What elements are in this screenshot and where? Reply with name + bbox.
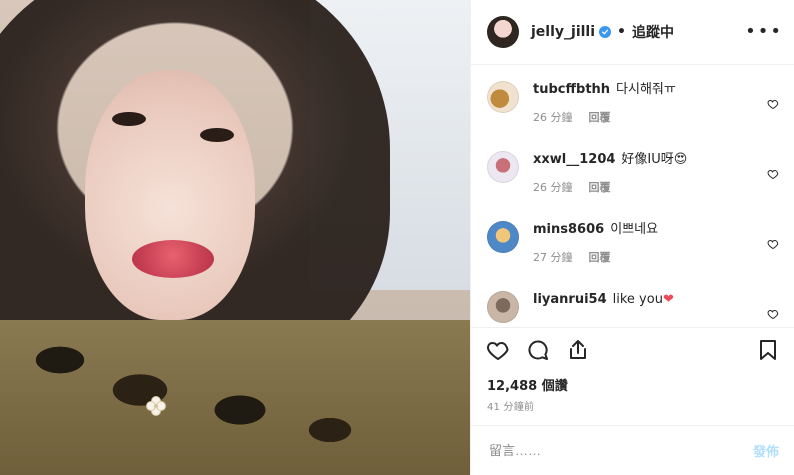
comment-text: 好像IU呀: [621, 152, 674, 167]
separator-dot: •: [617, 24, 626, 40]
comment-meta: 27 分鐘 回覆: [533, 249, 759, 265]
comment-username[interactable]: xxwl__1204: [533, 152, 615, 167]
author-username[interactable]: jelly_jilli: [531, 24, 595, 40]
red-heart-emoji-icon: ❤: [662, 292, 674, 307]
comment-text-row: tubcffbthh 다시해줘ㅠ: [533, 81, 759, 99]
verified-badge-icon: [599, 26, 612, 38]
comment-like-icon[interactable]: [767, 235, 779, 250]
comment-meta: 26 分鐘 回覆: [533, 179, 759, 195]
comment-bubble-icon[interactable]: [525, 337, 551, 363]
like-count[interactable]: 12,488 個讚: [487, 375, 568, 394]
following-button[interactable]: 追蹤中: [632, 22, 674, 42]
comment-meta: 26 分鐘 回覆: [533, 109, 759, 125]
comment-text-row: xxwl__1204 好像IU呀😍: [533, 151, 759, 169]
comment-time[interactable]: 26 分鐘: [533, 109, 573, 125]
photo-eye-right: [200, 128, 234, 142]
comment-time[interactable]: 27 分鐘: [533, 249, 573, 265]
comment-time[interactable]: 26 分鐘: [533, 179, 573, 195]
comment-text-row: liyanrui54 like you❤: [533, 291, 759, 309]
post-photo[interactable]: [0, 0, 470, 475]
photo-camouflage-shirt: [0, 320, 470, 475]
post-side-panel: jelly_jilli • 追蹤中 ••• tubcffbthh 다시해줘ㅠ 26…: [470, 0, 794, 475]
more-options-icon[interactable]: •••: [745, 23, 783, 41]
reply-button[interactable]: 回覆: [589, 109, 611, 125]
avatar[interactable]: [487, 151, 519, 183]
comment-text: like you: [612, 292, 663, 307]
heart-outline-icon[interactable]: [485, 337, 511, 363]
photo-eye-left: [112, 112, 146, 126]
comments-list[interactable]: tubcffbthh 다시해줘ㅠ 26 分鐘 回覆 xxwl__1204 好像IU呀…: [471, 65, 794, 327]
comment-text: 다시해줘ㅠ: [616, 82, 676, 97]
share-upload-icon[interactable]: [565, 337, 591, 363]
comment-username[interactable]: tubcffbthh: [533, 82, 610, 97]
comment-like-icon[interactable]: [767, 165, 779, 180]
comment-username[interactable]: mins8606: [533, 222, 604, 237]
list-item: liyanrui54 like you❤: [471, 275, 794, 327]
comment-body: mins8606 이쁘네요 27 分鐘 回覆: [533, 221, 759, 275]
post-actions-bar: [471, 327, 794, 371]
comment-body: tubcffbthh 다시해줘ㅠ 26 分鐘 回覆: [533, 81, 759, 135]
avatar[interactable]: [487, 81, 519, 113]
comment-body: liyanrui54 like you❤: [533, 291, 759, 327]
photo-face: [85, 70, 255, 320]
list-item: mins8606 이쁘네요 27 分鐘 回覆: [471, 205, 794, 275]
list-item: xxwl__1204 好像IU呀😍 26 分鐘 回覆: [471, 135, 794, 205]
post-window: jelly_jilli • 追蹤中 ••• tubcffbthh 다시해줘ㅠ 26…: [0, 0, 794, 475]
clover-necklace-icon: [145, 395, 167, 417]
comment-input[interactable]: [487, 442, 753, 459]
comment-like-icon[interactable]: [767, 95, 779, 110]
post-header: jelly_jilli • 追蹤中 •••: [471, 0, 794, 65]
reply-button[interactable]: 回覆: [589, 249, 611, 265]
comment-text: 이쁘네요: [610, 222, 659, 237]
comment-like-icon[interactable]: [767, 305, 779, 320]
post-timestamp[interactable]: 41 分鐘前: [487, 398, 534, 413]
add-comment-bar: 發佈: [471, 425, 794, 475]
avatar[interactable]: [487, 221, 519, 253]
author-row: jelly_jilli • 追蹤中: [531, 22, 674, 42]
heart-eyes-emoji-icon: 😍: [673, 152, 688, 167]
post-comment-button[interactable]: 發佈: [753, 441, 779, 460]
reply-button[interactable]: 回覆: [589, 179, 611, 195]
avatar[interactable]: [487, 16, 519, 48]
photo-lips: [132, 240, 214, 278]
list-item: tubcffbthh 다시해줘ㅠ 26 分鐘 回覆: [471, 65, 794, 135]
avatar[interactable]: [487, 291, 519, 323]
bookmark-icon[interactable]: [755, 337, 781, 363]
comment-body: xxwl__1204 好像IU呀😍 26 分鐘 回覆: [533, 151, 759, 205]
comment-text-row: mins8606 이쁘네요: [533, 221, 759, 239]
comment-username[interactable]: liyanrui54: [533, 292, 607, 307]
